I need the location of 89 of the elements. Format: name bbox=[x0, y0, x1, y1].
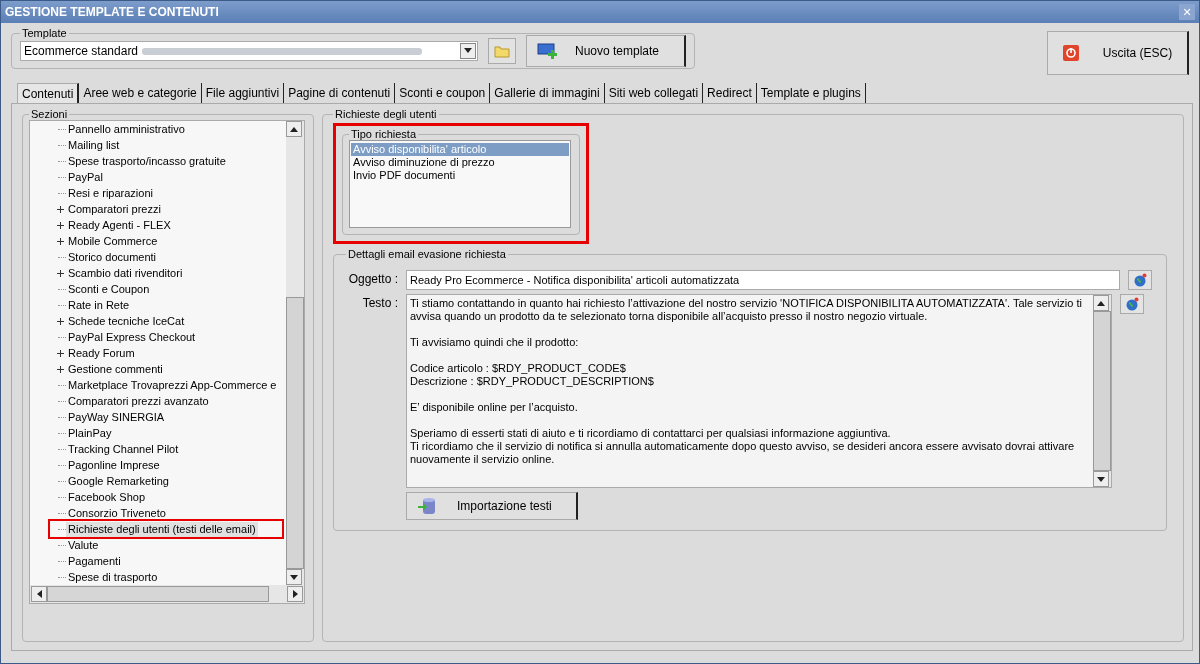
tab[interactable]: Contenuti bbox=[17, 83, 80, 103]
scroll-down-icon[interactable] bbox=[286, 569, 302, 585]
add-window-icon bbox=[537, 41, 559, 60]
message-text-area[interactable] bbox=[406, 294, 1112, 488]
tab[interactable]: Pagine di contenuti bbox=[284, 83, 396, 103]
expand-icon[interactable] bbox=[56, 221, 64, 229]
expand-icon[interactable] bbox=[56, 349, 64, 357]
tree-item[interactable]: Storico documenti bbox=[66, 249, 159, 265]
tree-item[interactable]: PayWay SINERGIA bbox=[66, 409, 167, 425]
tree-item[interactable]: Gestione commenti bbox=[66, 361, 165, 377]
tree-item[interactable]: Mobile Commerce bbox=[66, 233, 160, 249]
database-icon bbox=[417, 497, 437, 515]
tab[interactable]: Redirect bbox=[703, 83, 757, 103]
scrollbar-thumb[interactable] bbox=[1093, 311, 1111, 471]
tree-item[interactable]: Pagonline Imprese bbox=[66, 457, 162, 473]
expand-icon[interactable] bbox=[56, 205, 64, 213]
dropdown-value: Ecommerce standard bbox=[24, 43, 139, 58]
tree-item[interactable]: Comparatori prezzi avanzato bbox=[66, 393, 211, 409]
tree-item[interactable]: Ready Agenti - FLEX bbox=[66, 217, 173, 233]
import-texts-button[interactable]: Importazione testi bbox=[406, 492, 578, 520]
vertical-scrollbar[interactable] bbox=[1093, 295, 1111, 487]
tree-item[interactable]: PayPal Express Checkout bbox=[66, 329, 198, 345]
tree-item[interactable]: Spese di trasporto bbox=[66, 569, 160, 585]
group-label: Template bbox=[21, 27, 68, 39]
expand-icon[interactable] bbox=[56, 237, 64, 245]
globe-icon bbox=[1133, 273, 1147, 287]
tree-item[interactable]: Ready Forum bbox=[66, 345, 137, 361]
tree-item[interactable]: Consorzio Triveneto bbox=[66, 505, 168, 521]
scroll-left-icon[interactable] bbox=[31, 586, 47, 602]
field-label: Testo : bbox=[361, 295, 398, 310]
group-label: Sezioni bbox=[30, 108, 69, 120]
tree-item[interactable]: Schede tecniche IceCat bbox=[66, 313, 187, 329]
tree-item[interactable]: Comparatori prezzi bbox=[66, 201, 163, 217]
expand-icon[interactable] bbox=[56, 365, 64, 373]
tree-item[interactable]: Rate in Rete bbox=[66, 297, 132, 313]
tree-item[interactable]: Mailing list bbox=[66, 137, 122, 153]
expand-icon[interactable] bbox=[56, 269, 64, 277]
tree-item[interactable]: PlainPay bbox=[66, 425, 114, 441]
text-line: Ti ricordiamo che il servizio di notifica si annulla automaticamente dopo questo avviso, se desideri ancora essere avvisato dovrai attivare nuovamente il servizio online. bbox=[410, 440, 1076, 466]
tree-item[interactable]: Google Remarketing bbox=[66, 473, 171, 489]
scroll-up-icon[interactable] bbox=[286, 121, 302, 137]
text-line: Ti stiamo contattando in quanto hai richiesto l’attivazione del nostro servizio 'NOTIFICA DISPONIBILITA AUTOMATIZZATA'. Tale servizio ti avvisa quando un prodotto da te selezionato torna disponibile all’acquisto presso il nostro negozio virtuale. bbox=[410, 297, 1083, 323]
tree-item[interactable]: Scambio dati rivenditori bbox=[66, 265, 185, 281]
new-template-button[interactable]: Nuovo template bbox=[526, 34, 686, 67]
globe-icon bbox=[1125, 297, 1139, 311]
subject-field[interactable]: Ready Pro Ecommerce - Notifica disponibilita' articoli automatizzata bbox=[406, 270, 1120, 290]
tree-item[interactable]: Tracking Channel Pilot bbox=[66, 441, 181, 457]
tree-item[interactable]: Pannello amministrativo bbox=[66, 121, 187, 137]
tree-item[interactable]: Marketplace Trovaprezzi App-Commerce e bbox=[66, 377, 279, 393]
tree-item[interactable]: Valute bbox=[66, 537, 101, 553]
scroll-down-icon[interactable] bbox=[1093, 471, 1109, 487]
power-icon bbox=[1062, 45, 1079, 61]
scrollbar-thumb[interactable] bbox=[286, 297, 304, 569]
tab[interactable]: Gallerie di immagini bbox=[490, 83, 605, 103]
tree-item[interactable]: Spese trasporto/incasso gratuite bbox=[66, 153, 228, 169]
tree-item[interactable]: Pagamenti bbox=[66, 553, 123, 569]
tree-item[interactable]: Resi e riparazioni bbox=[66, 185, 155, 201]
tab[interactable]: File aggiuntivi bbox=[201, 83, 285, 103]
exit-button[interactable]: Uscita (ESC) bbox=[1047, 31, 1189, 75]
list-item[interactable]: Avviso diminuzione di prezzo bbox=[351, 156, 569, 169]
field-label: Oggetto : bbox=[347, 271, 398, 286]
text-line: Codice articolo : $RDY_PRODUCT_CODE$ bbox=[410, 362, 627, 375]
tab[interactable]: Aree web e categorie bbox=[79, 83, 202, 103]
expand-icon[interactable] bbox=[56, 317, 64, 325]
group-label: Dettagli email evasione richiesta bbox=[347, 248, 507, 260]
scroll-right-icon[interactable] bbox=[287, 586, 303, 602]
window-title: GESTIONE TEMPLATE E CONTENUTI bbox=[5, 5, 219, 19]
globe-button[interactable] bbox=[1128, 270, 1152, 290]
scrollbar-thumb[interactable] bbox=[47, 586, 269, 602]
tree-item[interactable]: Facebook Shop bbox=[66, 489, 148, 505]
vertical-scrollbar[interactable] bbox=[286, 121, 304, 585]
group-label: Tipo richiesta bbox=[350, 128, 417, 140]
horizontal-scrollbar[interactable] bbox=[30, 585, 304, 603]
text-line: Descrizione : $RDY_PRODUCT_DESCRIPTION$ bbox=[410, 375, 655, 388]
tab[interactable]: Sconti e coupon bbox=[395, 83, 491, 103]
folder-icon bbox=[494, 43, 510, 58]
tree-item[interactable]: PayPal bbox=[66, 169, 105, 185]
text-line: E’ disponibile online per l’acquisto. bbox=[410, 401, 579, 414]
scroll-up-icon[interactable] bbox=[1093, 295, 1109, 311]
tab[interactable]: Template e plugins bbox=[756, 83, 866, 103]
group-label: Richieste degli utenti bbox=[334, 108, 438, 120]
tree-item[interactable]: Sconti e Coupon bbox=[66, 281, 152, 297]
globe-button[interactable] bbox=[1120, 294, 1144, 314]
text-line: Speriamo di esserti stati di aiuto e ti ricordiamo di contattarci per qualsiasi informazione aggiuntiva. bbox=[410, 427, 892, 440]
tree-item[interactable]: Richieste degli utenti (testi delle email) bbox=[66, 521, 258, 537]
tab[interactable]: Siti web collegati bbox=[604, 83, 704, 103]
template-dropdown[interactable]: Ecommerce standard bbox=[20, 40, 478, 61]
text-line: Ti avvisiamo quindi che il prodotto: bbox=[410, 336, 580, 349]
list-item[interactable]: Invio PDF documenti bbox=[351, 169, 569, 182]
